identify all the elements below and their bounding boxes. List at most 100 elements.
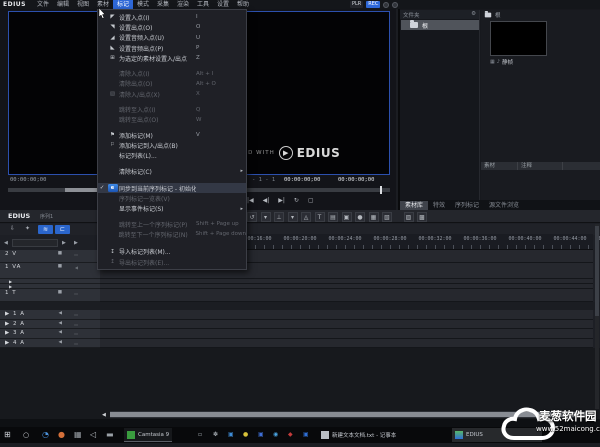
tray-icon-3[interactable]: ▣	[228, 431, 234, 439]
menu-item-1[interactable]: ◥设置出点(O)O	[98, 22, 246, 32]
menu-item-26[interactable]: ↧导入标记列表(M)...	[98, 247, 246, 257]
track-4a-lane[interactable]	[100, 339, 593, 349]
menubar-item-2[interactable]: 视图	[73, 0, 93, 9]
menu-item-19[interactable]: ✓e同步到当前序列标记 - 初始化(I)	[98, 183, 246, 193]
menubar-item-9[interactable]: 设置	[213, 0, 233, 9]
speaker-icon[interactable]: ◁	[90, 431, 96, 439]
menu-item-14[interactable]: ⚐添加标记到入/出点(B)	[98, 140, 246, 150]
tray-icon-6[interactable]: ◉	[273, 431, 278, 439]
firefox-icon[interactable]: ●	[58, 431, 65, 439]
track-mute-icon[interactable]: ■	[58, 251, 62, 256]
track-lock-icon[interactable]: ▭	[74, 331, 78, 336]
overwrite-mode-button[interactable]: ⊏	[55, 225, 70, 234]
menubar-item-0[interactable]: 文件	[33, 0, 53, 9]
voiceover-icon[interactable]: ●	[355, 212, 365, 222]
track-2a-header[interactable]: ▶ 2 A◀▭	[0, 320, 100, 330]
keyboard-icon[interactable]: ▬	[106, 431, 114, 439]
menu-item-17[interactable]: 清除标记(C)▸	[98, 166, 246, 176]
menu-item-13[interactable]: ⚑添加标记(M)V	[98, 130, 246, 140]
tab-0[interactable]: 素材库	[400, 201, 428, 210]
add-cut-point-icon[interactable]: ⊥	[274, 212, 284, 222]
scroll-left-icon[interactable]: ◀	[102, 412, 106, 418]
tab-2[interactable]: 序列标记	[450, 201, 484, 210]
menubar-item-5[interactable]: 模式	[133, 0, 153, 9]
menu-item-2[interactable]: ◢设置音频入点(U)U	[98, 33, 246, 43]
track-lock-icon[interactable]: ▭	[74, 291, 78, 296]
track-mute-icon[interactable]: ◀	[59, 311, 62, 316]
clipboard-icon[interactable]: ▤	[328, 212, 338, 222]
menu-item-8[interactable]: ▧清除入/出点(X)X	[98, 89, 246, 99]
tray-icon-8[interactable]: ▣	[303, 431, 309, 439]
insert-mode-button[interactable]: ≋	[38, 225, 53, 234]
track-lock-icon[interactable]: ▭	[74, 322, 78, 327]
player-mode-button[interactable]: PLR	[350, 1, 363, 8]
undo-dropdown-icon[interactable]: ▾	[261, 212, 271, 222]
menubar-item-10[interactable]: 帮助	[233, 0, 253, 9]
seq-icon-3[interactable]: ▨	[404, 212, 414, 222]
seq-icon-1[interactable]: ▦	[369, 212, 379, 222]
tray-icon-5[interactable]: ▣	[258, 431, 264, 439]
track-mute-icon[interactable]: ■	[58, 290, 62, 295]
layout-toggle-icon[interactable]	[383, 2, 389, 8]
root-folder-item[interactable]: 根	[401, 20, 479, 30]
zoom-out-icon[interactable]: ◀	[4, 240, 8, 246]
prev-frame-icon[interactable]: |◀	[247, 197, 254, 204]
tray-icon-4[interactable]: ●	[243, 431, 248, 439]
menu-item-6[interactable]: 清除入点(I)Alt + I	[98, 68, 246, 78]
track-lock-icon[interactable]: ▭	[74, 252, 78, 257]
track-1va-header[interactable]: 1 VA■◀	[0, 263, 100, 279]
menu-item-11[interactable]: 跳转至出点(O)W	[98, 115, 246, 125]
tray-icon-7[interactable]: ◆	[288, 431, 293, 439]
menu-item-27[interactable]: ↥导出标记列表(E)...	[98, 257, 246, 267]
menu-item-24[interactable]: 跳转至下一个序列标记(N)Shift + Page down	[98, 229, 246, 239]
loop-icon[interactable]: ↻	[294, 197, 299, 204]
track-mute-icon[interactable]: ◀	[59, 340, 62, 345]
cut-dropdown-icon[interactable]: ▾	[288, 212, 298, 222]
menubar-item-8[interactable]: 工具	[193, 0, 213, 9]
taskbar-camtasia-button[interactable]: Camtasia 9	[124, 428, 172, 442]
tray-icon-2[interactable]: ✽	[213, 431, 218, 439]
track-lock-icon[interactable]: ▭	[74, 312, 78, 317]
vertical-scrollbar[interactable]	[595, 224, 599, 409]
mode-icon[interactable]: ◬	[301, 212, 311, 222]
track-3a-header[interactable]: ▶ 3 A◀▭	[0, 329, 100, 339]
browser-icon[interactable]: ◔	[42, 431, 49, 439]
track-2a-lane[interactable]	[100, 320, 593, 330]
window-toggle-icon[interactable]	[392, 2, 398, 8]
step-back-icon[interactable]: ◀|	[263, 197, 270, 204]
track-2v-header[interactable]: 2 V■▭	[0, 250, 100, 263]
menu-item-4[interactable]: ⊞为选定的素材设置入/出点Z	[98, 53, 246, 63]
title-tool-icon[interactable]: T	[315, 212, 325, 222]
menu-item-7[interactable]: 清除出点(O)Alt + O	[98, 79, 246, 89]
menubar-item-7[interactable]: 渲染	[173, 0, 193, 9]
menu-item-20[interactable]: 序列标记一览表(V)	[98, 193, 246, 203]
vscrollbar-thumb[interactable]	[595, 226, 599, 316]
seq-icon-4[interactable]: ▩	[417, 212, 427, 222]
cortana-icon[interactable]: ○	[23, 431, 29, 439]
fullscreen-icon[interactable]: ▢	[308, 197, 314, 204]
sync-mode-icon[interactable]: ⇩	[10, 225, 15, 232]
track-mute-icon[interactable]: ◀	[59, 321, 62, 326]
tray-icon-1[interactable]: ▫	[198, 431, 202, 439]
tab-3[interactable]: 源文件浏览	[484, 201, 524, 210]
gear-icon[interactable]: ⚙	[471, 11, 476, 17]
menu-item-21[interactable]: 显示事件标记(S)▸	[98, 204, 246, 214]
track-1t-header[interactable]: 1 T■▭	[0, 289, 100, 302]
track-1a-header[interactable]: ▶ 1 A◀▭	[0, 310, 100, 320]
column-comment[interactable]: 注释	[518, 162, 563, 170]
track-lock-icon[interactable]: ▭	[74, 341, 78, 346]
menubar-item-1[interactable]: 编辑	[53, 0, 73, 9]
explorer-icon[interactable]: ▦	[74, 431, 82, 439]
track-mute-icon[interactable]: ■	[58, 264, 62, 269]
column-clip[interactable]: 素材	[481, 162, 518, 170]
tab-1[interactable]: 特效	[428, 201, 450, 210]
menu-item-23[interactable]: 跳转至上一个序列标记(P)Shift + Page up	[98, 219, 246, 229]
track-3a-lane[interactable]	[100, 329, 593, 339]
seq-icon-2[interactable]: ▧	[382, 212, 392, 222]
timescale-dropdown[interactable]	[12, 239, 58, 247]
track-1t-lane[interactable]	[100, 289, 593, 302]
zoom-in-icon[interactable]: ▶	[62, 240, 66, 246]
menubar-item-6[interactable]: 采集	[153, 0, 173, 9]
track-4a-header[interactable]: ▶ 4 A◀▭	[0, 339, 100, 349]
menu-item-3[interactable]: ◣设置音频出点(P)P	[98, 43, 246, 53]
